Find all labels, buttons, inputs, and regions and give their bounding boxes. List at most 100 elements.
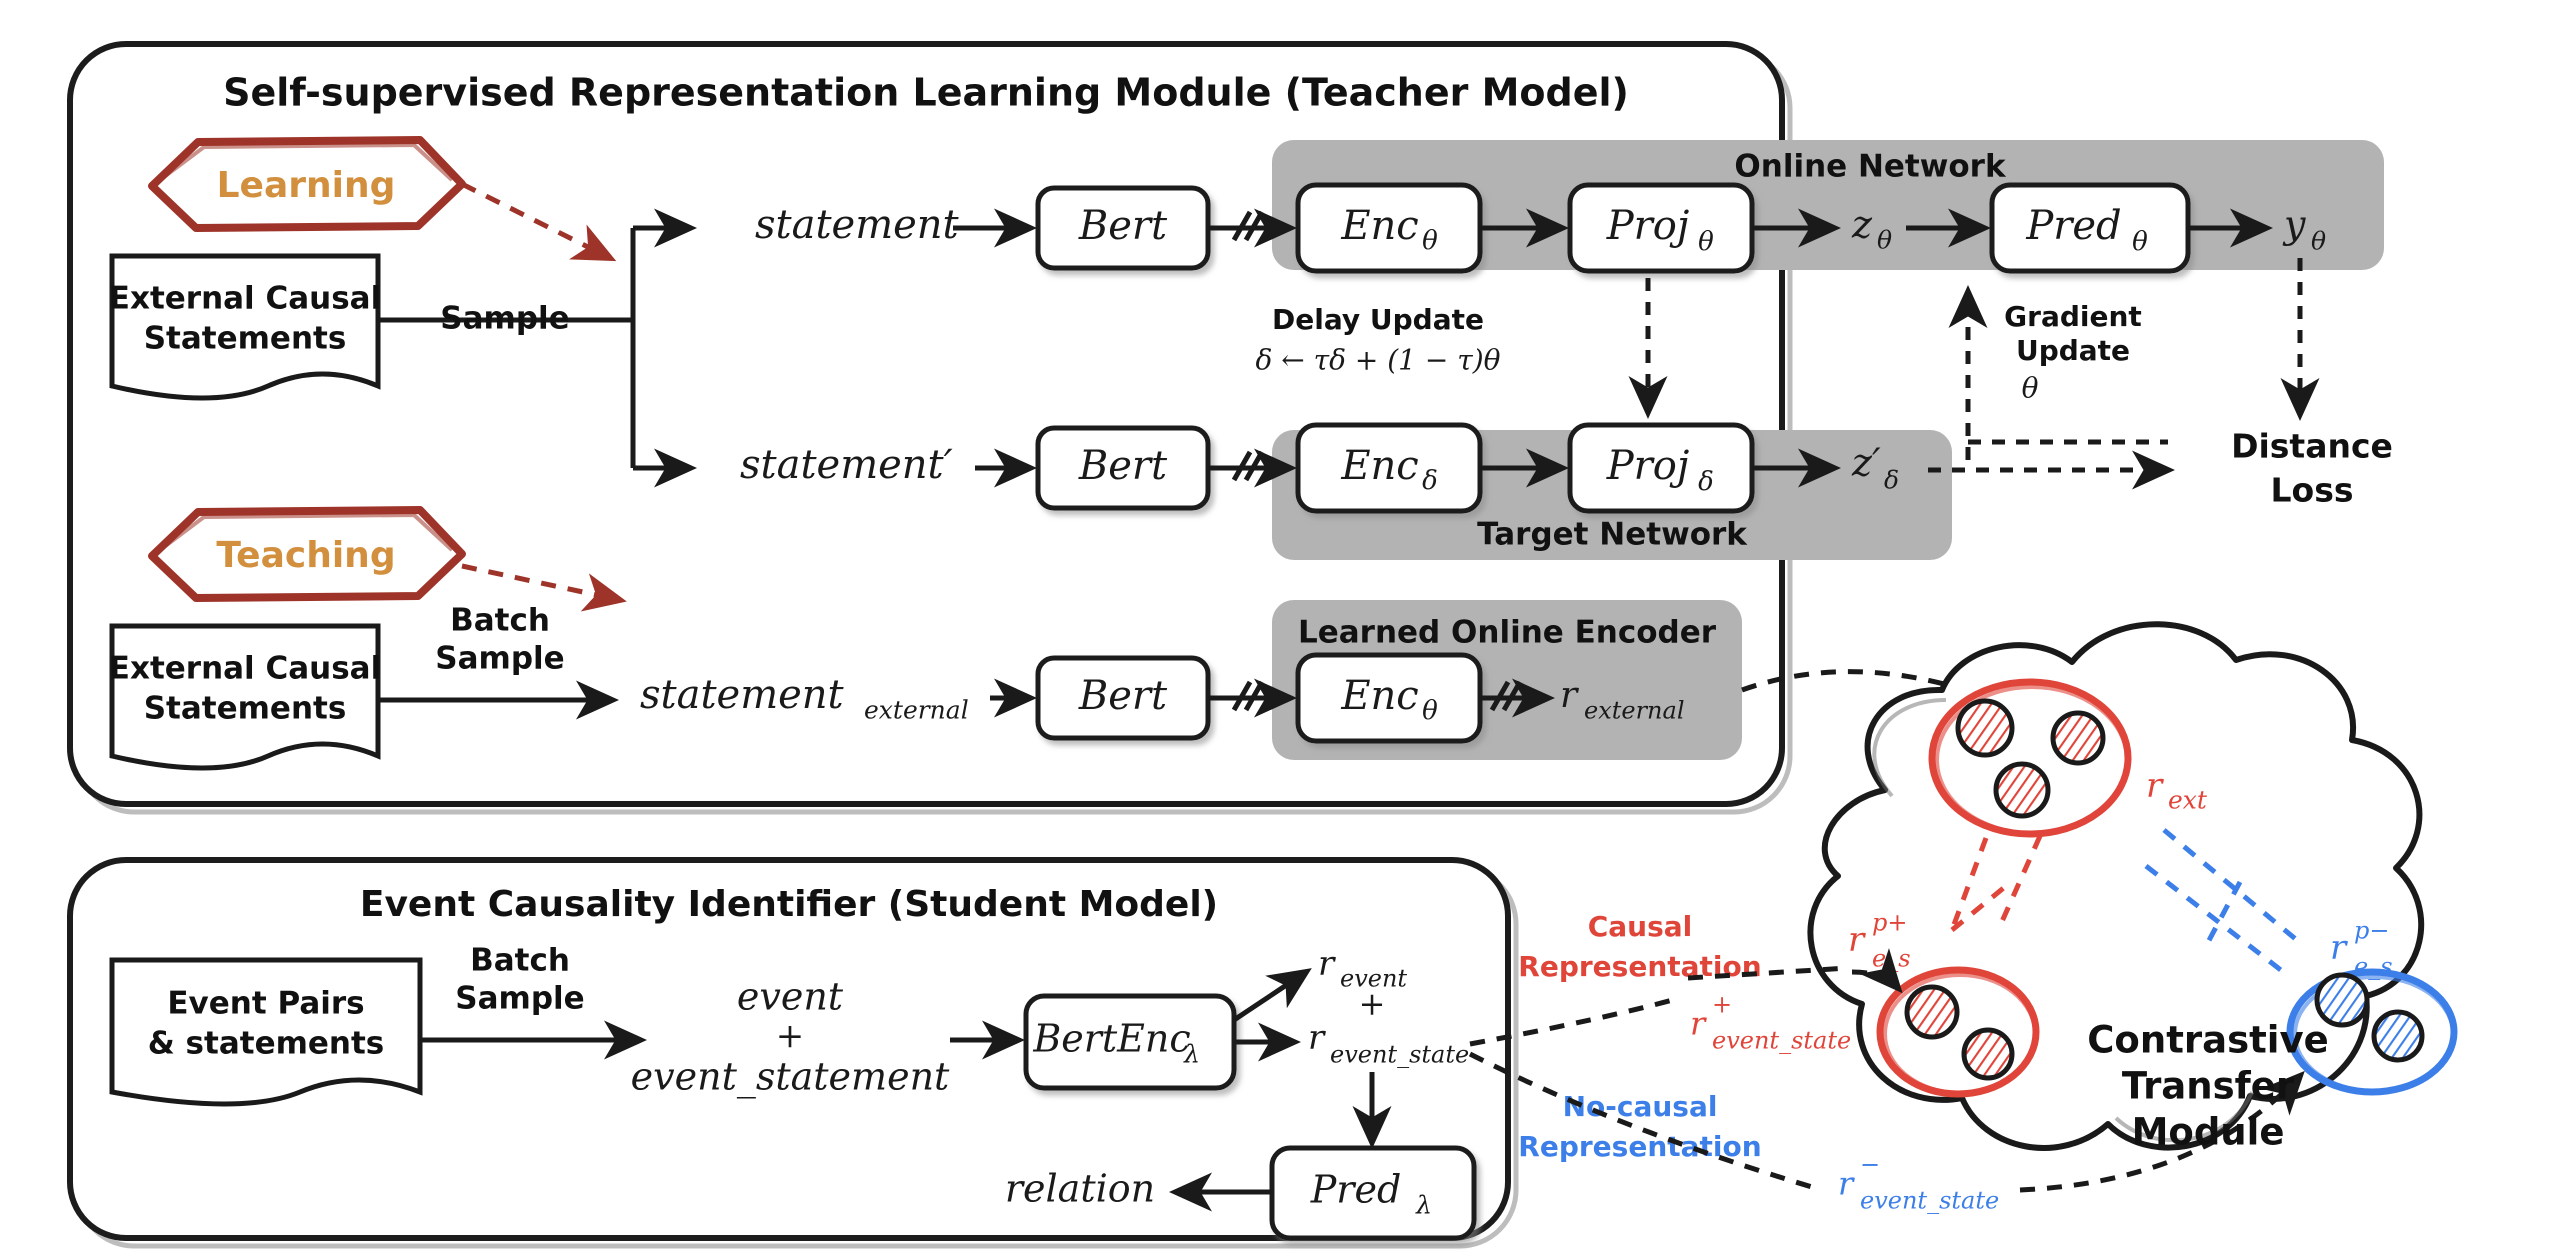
doc-external-causal-statements-1: External Causal Statements: [109, 253, 381, 401]
node-proj-delta: Proj δ: [1567, 422, 1755, 514]
node-enc-delta-label: Enc: [1340, 443, 1418, 489]
student-input-event-statement: event_statement: [631, 1055, 950, 1100]
doc1-line2: Statements: [144, 321, 347, 357]
target-network-label: Target Network: [1477, 517, 1748, 553]
dot-neg-1: [2314, 972, 2370, 1028]
node-proj-delta-label: Proj: [1606, 443, 1690, 489]
gradient-update-line2: Update: [2016, 334, 2130, 367]
node-bert-external: Bert: [1035, 655, 1211, 741]
doc2-line2: Statements: [144, 691, 347, 727]
node-proj-delta-sub: δ: [1698, 467, 1714, 497]
online-network-label: Online Network: [1734, 149, 2007, 185]
distance-loss-line2: Loss: [2271, 471, 2354, 510]
ctm-title-line2: Transfer: [2122, 1065, 2295, 1108]
hexagon-learning-label: Learning: [217, 165, 396, 206]
student-panel-title: Event Causality Identifier (Student Mode…: [360, 884, 1218, 925]
r-external-sub: external: [1584, 697, 1685, 725]
node-bert-external-label: Bert: [1078, 673, 1168, 719]
value-z-theta-sub: θ: [1877, 226, 1892, 255]
student-input-plus: +: [776, 1016, 805, 1056]
flow-neg-base: r: [1838, 1165, 1855, 1203]
dot-rext-3: [1993, 761, 2051, 819]
hexagon-learning[interactable]: Learning: [148, 136, 466, 232]
node-enc-theta: Enc θ: [1295, 182, 1483, 274]
delay-update-formula: δ ← τδ + (1 − τ)θ: [1256, 344, 1501, 377]
ctm-title-line1: Contrastive: [2087, 1019, 2328, 1062]
value-relation: relation: [1005, 1167, 1155, 1211]
node-enc-delta: Enc δ: [1295, 422, 1483, 514]
node-pred-lambda-sub: λ: [1415, 1191, 1432, 1220]
node-pred-theta-sub: θ: [2132, 227, 2148, 257]
legend-nocausal-line1: No-causal: [1563, 1090, 1718, 1123]
flow-label-positive: r + event_state: [1690, 991, 1851, 1055]
node-bert-online-label: Bert: [1078, 203, 1168, 249]
r-external-base: r: [1560, 675, 1579, 716]
doc-event-pairs-line1: Event Pairs: [167, 986, 364, 1022]
node-bertenc-lambda: BertEnc λ: [1023, 993, 1237, 1091]
node-proj-theta-label: Proj: [1606, 203, 1690, 249]
value-z-theta-base: z: [1851, 203, 1873, 247]
node-enc-ext-sub: θ: [1422, 696, 1438, 726]
distance-loss-line1: Distance: [2231, 427, 2393, 466]
label-sample: Sample: [440, 301, 569, 337]
node-enc-theta-label: Enc: [1340, 203, 1418, 249]
dot-rext-1: [1955, 698, 2015, 758]
cluster-r-ext-sub: ext: [2168, 786, 2208, 815]
node-enc-theta-external: Enc θ: [1295, 652, 1483, 744]
node-pred-theta: Pred θ: [1989, 182, 2191, 274]
value-z-prime-sub: δ: [1884, 466, 1899, 495]
cluster-neg-base: r: [2330, 928, 2348, 968]
cluster-neg-sub: e_s: [2354, 953, 2393, 981]
r-event-base: r: [1318, 944, 1336, 984]
dot-rext-2: [2050, 710, 2106, 766]
diagram-canvas: Self-supervised Representation Learning …: [0, 0, 2560, 1257]
label-sample-teacher: Sample: [435, 641, 564, 677]
cluster-pos-base: r: [1848, 920, 1866, 960]
doc-event-pairs: Event Pairs & statements: [109, 957, 423, 1107]
cluster-pos-sup: p+: [1872, 909, 1907, 937]
value-y-theta-base: y: [2282, 203, 2306, 247]
node-enc-delta-sub: δ: [1422, 466, 1438, 496]
ctm-title-line3: Module: [2132, 1111, 2285, 1154]
flow-pos-base: r: [1690, 1005, 1707, 1043]
node-enc-ext-label: Enc: [1340, 673, 1418, 719]
label-batch-student: Batch: [470, 943, 570, 979]
delay-update-title: Delay Update: [1272, 303, 1484, 336]
node-bert-target: Bert: [1035, 425, 1211, 511]
value-z-prime-base: z′: [1851, 441, 1881, 485]
stmt-external-base: statement: [640, 672, 845, 718]
legend-causal: Causal Representation: [1518, 910, 1761, 983]
learned-encoder-label: Learned Online Encoder: [1298, 615, 1717, 651]
node-bertenc-sub: λ: [1183, 1040, 1200, 1069]
node-proj-theta-sub: θ: [1698, 227, 1714, 257]
label-sample-student: Sample: [455, 981, 584, 1017]
hexagon-teaching[interactable]: Teaching: [148, 506, 466, 602]
node-proj-theta: Proj θ: [1567, 182, 1755, 274]
value-y-theta-sub: θ: [2311, 227, 2326, 256]
r-event-state-sub: event_state: [1330, 1041, 1469, 1069]
cluster-r-ext-base: r: [2146, 766, 2164, 806]
doc-external-causal-statements-2: External Causal Statements: [109, 623, 381, 771]
online-input-statement: statement: [755, 202, 960, 248]
flow-pos-sup: +: [1712, 991, 1732, 1019]
node-bertenc-label: BertEnc: [1032, 1017, 1190, 1061]
node-enc-theta-sub: θ: [1422, 226, 1438, 256]
dot-pos-2: [1961, 1027, 2015, 1081]
label-batch-teacher: Batch: [450, 603, 550, 639]
legend-causal-line1: Causal: [1588, 910, 1693, 943]
node-bert-online: Bert: [1035, 185, 1211, 271]
target-input-statement-prime: statement′: [740, 442, 953, 488]
legend-nocausal: No-causal Representation: [1518, 1090, 1761, 1163]
gradient-update-symbol: θ: [2022, 372, 2039, 405]
node-bert-target-label: Bert: [1078, 443, 1168, 489]
dot-pos-1: [1904, 984, 1960, 1040]
teacher-panel-title: Self-supervised Representation Learning …: [223, 71, 1629, 115]
doc1-line1: External Causal: [109, 281, 381, 317]
hexagon-teaching-label: Teaching: [216, 535, 395, 576]
student-output-plus: +: [1359, 985, 1386, 1023]
stmt-external-sub: external: [864, 696, 969, 725]
flow-neg-sup: −: [1860, 1151, 1880, 1179]
dot-neg-2: [2371, 1009, 2425, 1063]
doc-event-pairs-line2: & statements: [148, 1026, 385, 1062]
flow-label-negative: r − event_state: [1838, 1151, 1999, 1215]
